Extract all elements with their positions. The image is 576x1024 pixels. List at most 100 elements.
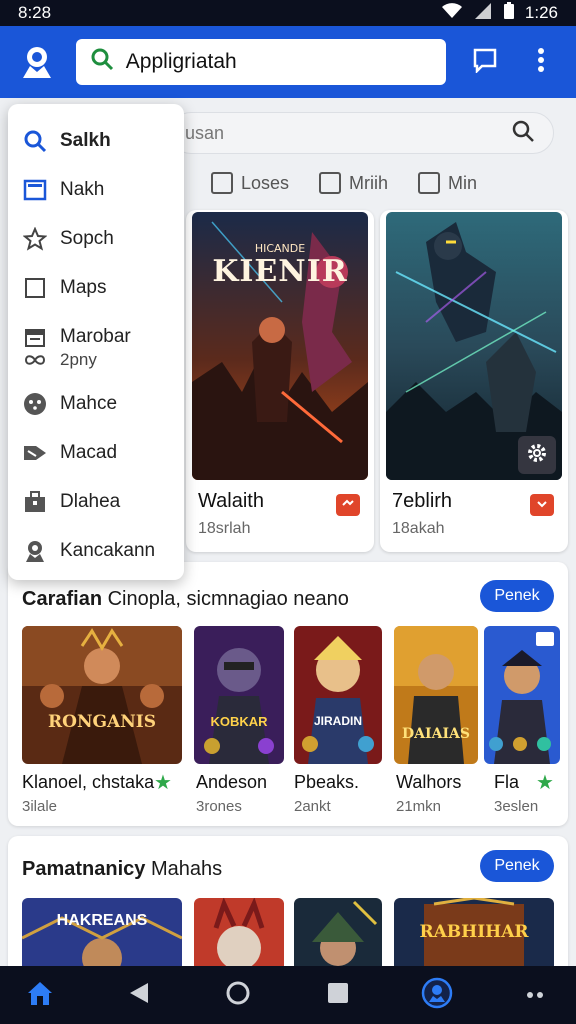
- more-options-button[interactable]: [518, 39, 564, 85]
- game-cover-image: RABHIHAR: [394, 898, 554, 966]
- menu-item-label: Maps: [60, 276, 107, 298]
- download-icon: [341, 496, 355, 514]
- game-title: Klanoel, chstaka: [22, 772, 155, 792]
- section-title-rest: Cinopla, sicmnagiao neano: [107, 588, 349, 610]
- menu-item-label: Salkh: [60, 129, 111, 151]
- wifi-icon: [441, 2, 463, 24]
- game-subtitle: 21mkn: [396, 798, 442, 815]
- more-vert-icon: [537, 47, 545, 78]
- menu-item-star[interactable]: Sopch: [8, 214, 184, 263]
- top-search-field[interactable]: Appligriatah: [75, 39, 447, 85]
- game-subtitle: 3rones: [196, 798, 242, 815]
- menu-item-maps[interactable]: Maps: [8, 263, 184, 312]
- chip-2[interactable]: Mriih: [319, 172, 388, 194]
- tag-icon: [22, 440, 48, 466]
- section-title-bold: Carafian: [22, 588, 103, 610]
- game-cover-image: JIRADIN: [294, 626, 382, 764]
- square-icon: [319, 172, 342, 194]
- star-icon: ★: [154, 772, 172, 794]
- section-more-button[interactable]: Penek: [480, 850, 554, 882]
- section-title-rest: Mahahs: [150, 858, 223, 880]
- square-icon: [327, 982, 349, 1009]
- home-circle-button[interactable]: [218, 975, 258, 1015]
- search-icon: [22, 128, 48, 154]
- game-subtitle: 18srlah: [198, 520, 251, 537]
- menu-item-briefcase[interactable]: Dlahea: [8, 477, 184, 526]
- dropdown-menu: Salkh Nakh Sopch Maps Marobar 2pny Mahce…: [8, 104, 184, 580]
- game-cover-image: [294, 898, 382, 966]
- game-title: Walhors: [396, 772, 462, 792]
- more-button[interactable]: [516, 975, 556, 1015]
- game-title: Pbeaks.: [294, 772, 360, 792]
- featured-card[interactable]: HICANDE KIENIR Walaith 18srlah: [186, 210, 374, 552]
- person-icon: [22, 538, 48, 564]
- search-icon: [90, 47, 114, 77]
- menu-item-label: Macad: [60, 441, 118, 463]
- app-logo-icon[interactable]: [12, 37, 62, 87]
- settings-button[interactable]: [518, 436, 556, 474]
- cover-title: RONGANIS: [48, 712, 156, 732]
- star-icon: [22, 226, 48, 252]
- chip-label: Min: [448, 172, 478, 193]
- chip-3[interactable]: Min: [418, 172, 477, 194]
- menu-item-face[interactable]: Mahce: [8, 379, 184, 428]
- top-search-text: Appligriatah: [125, 50, 237, 73]
- cover-title: KIENIR: [212, 254, 348, 289]
- menu-item-sub[interactable]: 2pny: [8, 347, 184, 373]
- chip-1[interactable]: Loses: [211, 172, 289, 194]
- game-cover-image: HAKREANS: [22, 898, 182, 966]
- profile-icon: [421, 977, 453, 1014]
- battery-icon: [503, 1, 515, 25]
- game-title: Andeson: [196, 772, 268, 792]
- game-title: Fla: [494, 772, 520, 792]
- gear-icon: [525, 441, 549, 470]
- square-icon: [211, 172, 233, 194]
- secondary-search-field[interactable]: iusan: [170, 112, 554, 154]
- more-horiz-icon: [526, 986, 546, 1004]
- game-section: Pamatnanicy Mahahs Penek HAKREANS RABHIH…: [8, 836, 568, 966]
- menu-item-label: Mahce: [60, 392, 118, 414]
- section-more-button[interactable]: Penek: [480, 580, 554, 612]
- menu-item-window[interactable]: Nakh: [8, 165, 184, 214]
- cover-title: RABHIHAR: [419, 922, 529, 942]
- recents-button[interactable]: [318, 975, 358, 1015]
- menu-item-tag[interactable]: Macad: [8, 428, 184, 477]
- game-cover-image: [194, 898, 284, 966]
- profile-button[interactable]: [417, 975, 457, 1015]
- menu-item-search[interactable]: Salkh: [8, 116, 184, 165]
- status-icons: 1:26: [441, 1, 558, 25]
- signal-icon: [473, 2, 493, 24]
- home-icon: [25, 979, 55, 1012]
- cover-title: JIRADIN: [313, 714, 362, 728]
- back-button[interactable]: [119, 975, 159, 1015]
- game-cover-image: HICANDE KIENIR: [192, 212, 368, 480]
- section-title-bold: Pamatnanicy: [22, 858, 146, 880]
- category-chips: ır Loses Mriih Min: [170, 168, 576, 198]
- bottom-nav-bar: [0, 966, 576, 1024]
- menu-item-person[interactable]: Kancakann: [8, 526, 184, 575]
- game-title: 7eblirh: [392, 490, 453, 512]
- menu-item-label: Kancakann: [60, 539, 156, 561]
- game-cover-image: RONGANIS: [22, 626, 182, 764]
- game-section: Carafian Cinopla, sicmnagiao neano Penek…: [8, 562, 568, 826]
- home-button[interactable]: [20, 975, 60, 1015]
- game-subtitle: 3eslen: [494, 798, 539, 815]
- download-button[interactable]: [530, 494, 554, 516]
- menu-item-label: Dlahea: [60, 490, 121, 512]
- search-icon[interactable]: [511, 119, 535, 148]
- cover-title: HAKREANS: [56, 912, 148, 929]
- star-icon: ★: [536, 772, 554, 794]
- cover-title: KOBKAR: [210, 714, 268, 729]
- game-cover-image: DAIAIAS: [394, 626, 478, 764]
- secondary-search-text: iusan: [181, 122, 225, 143]
- section-title: Pamatnanicy Mahahs: [22, 858, 222, 881]
- infinity-icon: [22, 347, 48, 373]
- circle-icon: [225, 980, 251, 1011]
- featured-card[interactable]: 7eblirh 18akah: [380, 210, 568, 552]
- game-subtitle: 2ankt: [294, 798, 331, 815]
- menu-item-label: Sopch: [60, 227, 114, 249]
- download-button[interactable]: [336, 494, 360, 516]
- message-button[interactable]: [462, 39, 508, 85]
- chip-label: Mriih: [349, 172, 389, 193]
- status-time: 8:28: [18, 3, 52, 22]
